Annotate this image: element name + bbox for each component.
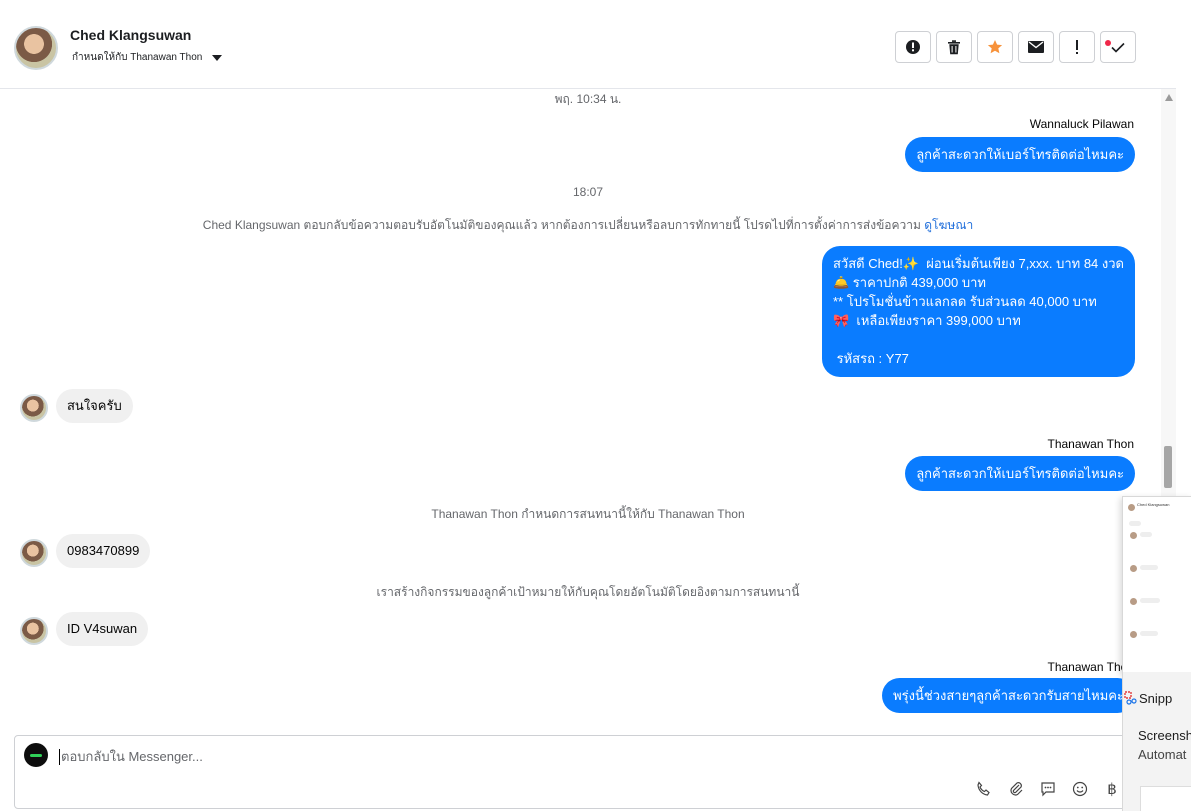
caret-down-icon xyxy=(212,54,223,61)
system-notice: เราสร้างกิจกรรมของลูกค้าเป้าหมายให้กับคุ… xyxy=(376,585,800,599)
outgoing-message[interactable]: ลูกค้าสะดวกให้เบอร์โทรติดต่อไหมคะ xyxy=(905,137,1135,172)
saved-reply-button[interactable] xyxy=(1039,780,1057,798)
outgoing-promo-message[interactable]: สวัสดี Ched!✨ ผ่อนเริ่มต้นเพียง 7,xxx. บ… xyxy=(821,246,1135,377)
header-actions xyxy=(895,31,1136,63)
spam-button[interactable] xyxy=(895,31,931,63)
phone-icon xyxy=(977,781,990,796)
preview-bubble xyxy=(1140,598,1160,603)
view-ad-link[interactable]: ดูโฆษณา xyxy=(924,218,973,232)
check-icon xyxy=(1111,42,1125,53)
attach-icon xyxy=(1010,782,1023,796)
reply-composer: ตอบกลับใน Messenger... ฿ xyxy=(14,735,1160,809)
avatar xyxy=(1130,631,1137,638)
done-button[interactable] xyxy=(1100,31,1136,63)
notification-preview[interactable] xyxy=(1140,786,1191,811)
page-avatar xyxy=(24,743,48,767)
notification-app-name: Snipp xyxy=(1139,691,1173,706)
important-button[interactable] xyxy=(1059,31,1095,63)
contact-name[interactable]: Ched Klangsuwan xyxy=(70,27,191,43)
assignee-selector[interactable]: กำหนดให้กับ Thanawan Thon xyxy=(72,50,223,65)
delete-button[interactable] xyxy=(936,31,972,63)
system-notice: Ched Klangsuwan ตอบกลับข้อความตอบรับอัตโ… xyxy=(0,216,1176,235)
snipping-tool-icon xyxy=(1124,691,1137,705)
avatar xyxy=(1128,504,1135,511)
attach-button[interactable] xyxy=(1007,780,1025,798)
notification-title: Screensh xyxy=(1138,728,1191,743)
conversation-header: Ched Klangsuwan กำหนดให้กับ Thanawan Tho… xyxy=(0,8,1176,89)
preview-header: Ched Klangsuwan xyxy=(1137,502,1170,507)
avatar xyxy=(1130,565,1137,572)
preview-bubble xyxy=(1140,631,1158,636)
incoming-message[interactable]: ID V4suwan xyxy=(56,612,149,646)
assignee-label: กำหนดให้กับ Thanawan Thon xyxy=(72,52,203,63)
system-notice: Thanawan Thon กำหนดการสนทนานี้ให้กับ Tha… xyxy=(431,507,745,521)
spam-icon xyxy=(906,40,920,54)
notification-body: Automat xyxy=(1138,747,1187,762)
sender-name: Thanawan Thon xyxy=(1047,437,1134,451)
preview-bubble xyxy=(1140,532,1152,537)
preview-bubble xyxy=(1129,521,1141,526)
avatar[interactable] xyxy=(20,617,48,645)
emoji-button[interactable] xyxy=(1071,780,1089,798)
mark-unread-button[interactable] xyxy=(1018,31,1054,63)
baht-icon: ฿ xyxy=(1107,780,1117,798)
preview-bubble xyxy=(1140,565,1158,570)
saved-reply-icon xyxy=(1041,782,1055,797)
phone-button[interactable] xyxy=(975,780,993,798)
timestamp: 18:07 xyxy=(572,185,604,199)
incoming-message[interactable]: สนใจครับ xyxy=(56,389,133,423)
important-icon xyxy=(1076,40,1078,54)
system-notice-text: Ched Klangsuwan ตอบกลับข้อความตอบรับอัตโ… xyxy=(202,218,921,232)
star-button[interactable] xyxy=(977,31,1013,63)
outgoing-message[interactable]: พรุ่งนี้ช่วงสายๆลูกค้าสะดวกรับสายไหมคะ xyxy=(882,678,1135,713)
avatar xyxy=(1130,532,1137,539)
star-icon xyxy=(987,40,1003,54)
avatar[interactable] xyxy=(20,394,48,422)
screenshot-preview-thumbnail[interactable]: Ched Klangsuwan xyxy=(1122,496,1191,674)
mail-icon xyxy=(1028,41,1044,53)
trash-icon xyxy=(948,39,960,54)
scrollbar-thumb[interactable] xyxy=(1164,446,1172,488)
snipping-tool-notification[interactable]: Snipp Screensh Automat xyxy=(1122,672,1191,811)
timestamp: พฤ. 10:34 น. xyxy=(554,92,622,106)
emoji-icon xyxy=(1072,781,1088,797)
avatar xyxy=(1130,598,1137,605)
payment-button[interactable]: ฿ xyxy=(1103,780,1121,798)
incoming-message[interactable]: 0983470899 xyxy=(56,534,151,568)
composer-tools: ฿ xyxy=(975,780,1121,798)
avatar[interactable] xyxy=(14,26,58,70)
sender-name: Wannaluck Pilawan xyxy=(1029,117,1134,131)
notification-dot xyxy=(1105,40,1111,46)
outgoing-message[interactable]: ลูกค้าสะดวกให้เบอร์โทรติดต่อไหมคะ xyxy=(905,456,1135,491)
reply-input[interactable]: ตอบกลับใน Messenger... xyxy=(59,749,203,765)
avatar[interactable] xyxy=(20,539,48,567)
